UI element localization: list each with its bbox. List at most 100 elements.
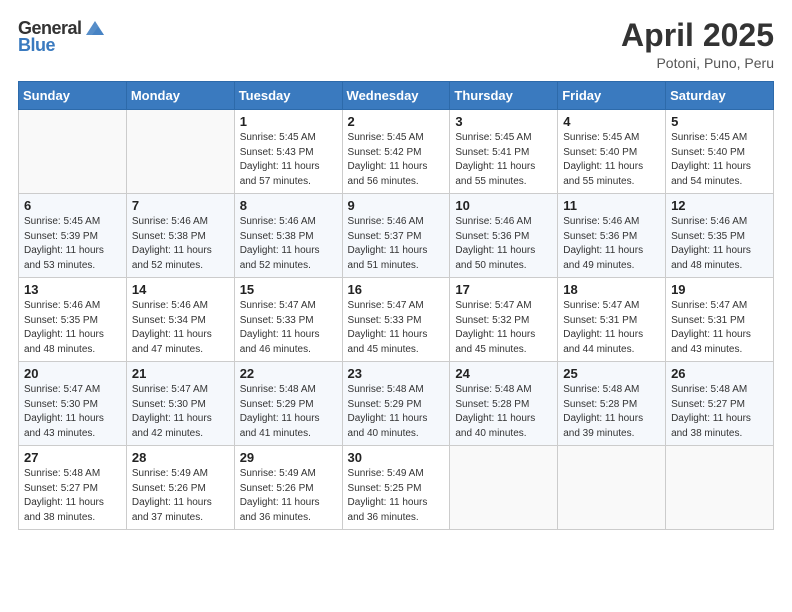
day-number: 25 xyxy=(563,366,660,381)
page: General Blue April 2025 Potoni, Puno, Pe… xyxy=(0,0,792,612)
calendar-body: 1 Sunrise: 5:45 AM Sunset: 5:43 PM Daylig… xyxy=(19,110,774,530)
logo-icon xyxy=(84,17,106,39)
logo: General Blue xyxy=(18,18,106,56)
table-row: 20 Sunrise: 5:47 AM Sunset: 5:30 PM Dayli… xyxy=(19,362,127,446)
day-number: 10 xyxy=(455,198,552,213)
day-info: Sunrise: 5:47 AM Sunset: 5:31 PM Dayligh… xyxy=(563,299,660,357)
day-number: 17 xyxy=(455,282,552,297)
title-block: April 2025 Potoni, Puno, Peru xyxy=(621,18,774,71)
table-row: 9 Sunrise: 5:46 AM Sunset: 5:37 PM Daylig… xyxy=(342,194,450,278)
day-info: Sunrise: 5:47 AM Sunset: 5:31 PM Dayligh… xyxy=(671,299,768,357)
day-number: 30 xyxy=(348,450,445,465)
day-number: 21 xyxy=(132,366,229,381)
table-row: 22Sunrise: 5:48 AM Sunset: 5:29 PM Dayli… xyxy=(234,362,342,446)
day-info: Sunrise: 5:46 AM Sunset: 5:35 PM Dayligh… xyxy=(24,299,121,357)
day-info: Sunrise: 5:45 AM Sunset: 5:39 PM Dayligh… xyxy=(24,215,121,273)
table-row: 14Sunrise: 5:46 AM Sunset: 5:34 PM Dayli… xyxy=(126,278,234,362)
day-number: 14 xyxy=(132,282,229,297)
calendar-week-row: 20 Sunrise: 5:47 AM Sunset: 5:30 PM Dayli… xyxy=(19,362,774,446)
table-row: 25 Sunrise: 5:48 AM Sunset: 5:28 PM Dayli… xyxy=(558,362,666,446)
day-number: 7 xyxy=(132,198,229,213)
day-number: 2 xyxy=(348,114,445,129)
table-row xyxy=(450,446,558,530)
day-number: 23 xyxy=(348,366,445,381)
day-info: Sunrise: 5:45 AM Sunset: 5:43 PM Dayligh… xyxy=(240,131,337,189)
day-number: 15 xyxy=(240,282,337,297)
day-number: 24 xyxy=(455,366,552,381)
day-number: 3 xyxy=(455,114,552,129)
day-info: Sunrise: 5:48 AM Sunset: 5:27 PM Dayligh… xyxy=(671,383,768,441)
table-row: 24Sunrise: 5:48 AM Sunset: 5:28 PM Dayli… xyxy=(450,362,558,446)
table-row: 17 Sunrise: 5:47 AM Sunset: 5:32 PM Dayli… xyxy=(450,278,558,362)
table-row xyxy=(19,110,127,194)
table-row: 13 Sunrise: 5:46 AM Sunset: 5:35 PM Dayli… xyxy=(19,278,127,362)
day-info: Sunrise: 5:47 AM Sunset: 5:33 PM Dayligh… xyxy=(240,299,337,357)
day-number: 1 xyxy=(240,114,337,129)
table-row: 11Sunrise: 5:46 AM Sunset: 5:36 PM Dayli… xyxy=(558,194,666,278)
day-info: Sunrise: 5:45 AM Sunset: 5:40 PM Dayligh… xyxy=(563,131,660,189)
day-info: Sunrise: 5:46 AM Sunset: 5:38 PM Dayligh… xyxy=(132,215,229,273)
day-number: 29 xyxy=(240,450,337,465)
table-row: 29 Sunrise: 5:49 AM Sunset: 5:26 PM Dayli… xyxy=(234,446,342,530)
table-row: 26 Sunrise: 5:48 AM Sunset: 5:27 PM Dayli… xyxy=(666,362,774,446)
day-info: Sunrise: 5:47 AM Sunset: 5:32 PM Dayligh… xyxy=(455,299,552,357)
table-row: 5 Sunrise: 5:45 AM Sunset: 5:40 PM Daylig… xyxy=(666,110,774,194)
calendar-week-row: 6 Sunrise: 5:45 AM Sunset: 5:39 PM Daylig… xyxy=(19,194,774,278)
table-row: 3Sunrise: 5:45 AM Sunset: 5:41 PM Daylig… xyxy=(450,110,558,194)
day-info: Sunrise: 5:47 AM Sunset: 5:30 PM Dayligh… xyxy=(24,383,121,441)
table-row: 2 Sunrise: 5:45 AM Sunset: 5:42 PM Daylig… xyxy=(342,110,450,194)
day-info: Sunrise: 5:49 AM Sunset: 5:25 PM Dayligh… xyxy=(348,467,445,525)
calendar-week-row: 27 Sunrise: 5:48 AM Sunset: 5:27 PM Dayli… xyxy=(19,446,774,530)
day-info: Sunrise: 5:48 AM Sunset: 5:29 PM Dayligh… xyxy=(348,383,445,441)
col-wednesday: Wednesday xyxy=(342,82,450,110)
day-number: 12 xyxy=(671,198,768,213)
table-row: 27 Sunrise: 5:48 AM Sunset: 5:27 PM Dayli… xyxy=(19,446,127,530)
day-number: 9 xyxy=(348,198,445,213)
day-info: Sunrise: 5:49 AM Sunset: 5:26 PM Dayligh… xyxy=(132,467,229,525)
table-row: 15 Sunrise: 5:47 AM Sunset: 5:33 PM Dayli… xyxy=(234,278,342,362)
table-row: 19 Sunrise: 5:47 AM Sunset: 5:31 PM Dayli… xyxy=(666,278,774,362)
day-info: Sunrise: 5:45 AM Sunset: 5:42 PM Dayligh… xyxy=(348,131,445,189)
table-row: 21 Sunrise: 5:47 AM Sunset: 5:30 PM Dayli… xyxy=(126,362,234,446)
table-row xyxy=(126,110,234,194)
day-number: 20 xyxy=(24,366,121,381)
table-row: 6 Sunrise: 5:45 AM Sunset: 5:39 PM Daylig… xyxy=(19,194,127,278)
col-thursday: Thursday xyxy=(450,82,558,110)
table-row: 23 Sunrise: 5:48 AM Sunset: 5:29 PM Dayli… xyxy=(342,362,450,446)
day-number: 26 xyxy=(671,366,768,381)
calendar-table: Sunday Monday Tuesday Wednesday Thursday… xyxy=(18,81,774,530)
table-row: 4Sunrise: 5:45 AM Sunset: 5:40 PM Daylig… xyxy=(558,110,666,194)
day-info: Sunrise: 5:48 AM Sunset: 5:27 PM Dayligh… xyxy=(24,467,121,525)
table-row: 18 Sunrise: 5:47 AM Sunset: 5:31 PM Dayli… xyxy=(558,278,666,362)
table-row: 16Sunrise: 5:47 AM Sunset: 5:33 PM Dayli… xyxy=(342,278,450,362)
table-row: 8Sunrise: 5:46 AM Sunset: 5:38 PM Daylig… xyxy=(234,194,342,278)
day-info: Sunrise: 5:45 AM Sunset: 5:40 PM Dayligh… xyxy=(671,131,768,189)
col-tuesday: Tuesday xyxy=(234,82,342,110)
day-number: 19 xyxy=(671,282,768,297)
table-row: 12Sunrise: 5:46 AM Sunset: 5:35 PM Dayli… xyxy=(666,194,774,278)
day-info: Sunrise: 5:46 AM Sunset: 5:38 PM Dayligh… xyxy=(240,215,337,273)
day-info: Sunrise: 5:49 AM Sunset: 5:26 PM Dayligh… xyxy=(240,467,337,525)
col-monday: Monday xyxy=(126,82,234,110)
table-row: 28Sunrise: 5:49 AM Sunset: 5:26 PM Dayli… xyxy=(126,446,234,530)
day-info: Sunrise: 5:48 AM Sunset: 5:28 PM Dayligh… xyxy=(563,383,660,441)
table-row xyxy=(558,446,666,530)
day-info: Sunrise: 5:47 AM Sunset: 5:30 PM Dayligh… xyxy=(132,383,229,441)
calendar-week-row: 1 Sunrise: 5:45 AM Sunset: 5:43 PM Daylig… xyxy=(19,110,774,194)
day-number: 22 xyxy=(240,366,337,381)
page-title: April 2025 xyxy=(621,18,774,53)
table-row: 1 Sunrise: 5:45 AM Sunset: 5:43 PM Daylig… xyxy=(234,110,342,194)
day-number: 5 xyxy=(671,114,768,129)
table-row: 7 Sunrise: 5:46 AM Sunset: 5:38 PM Daylig… xyxy=(126,194,234,278)
table-row xyxy=(666,446,774,530)
table-row: 30 Sunrise: 5:49 AM Sunset: 5:25 PM Dayli… xyxy=(342,446,450,530)
day-number: 11 xyxy=(563,198,660,213)
day-number: 13 xyxy=(24,282,121,297)
day-info: Sunrise: 5:47 AM Sunset: 5:33 PM Dayligh… xyxy=(348,299,445,357)
calendar-week-row: 13 Sunrise: 5:46 AM Sunset: 5:35 PM Dayli… xyxy=(19,278,774,362)
day-number: 18 xyxy=(563,282,660,297)
day-info: Sunrise: 5:46 AM Sunset: 5:36 PM Dayligh… xyxy=(455,215,552,273)
day-info: Sunrise: 5:46 AM Sunset: 5:37 PM Dayligh… xyxy=(348,215,445,273)
day-number: 27 xyxy=(24,450,121,465)
day-number: 6 xyxy=(24,198,121,213)
